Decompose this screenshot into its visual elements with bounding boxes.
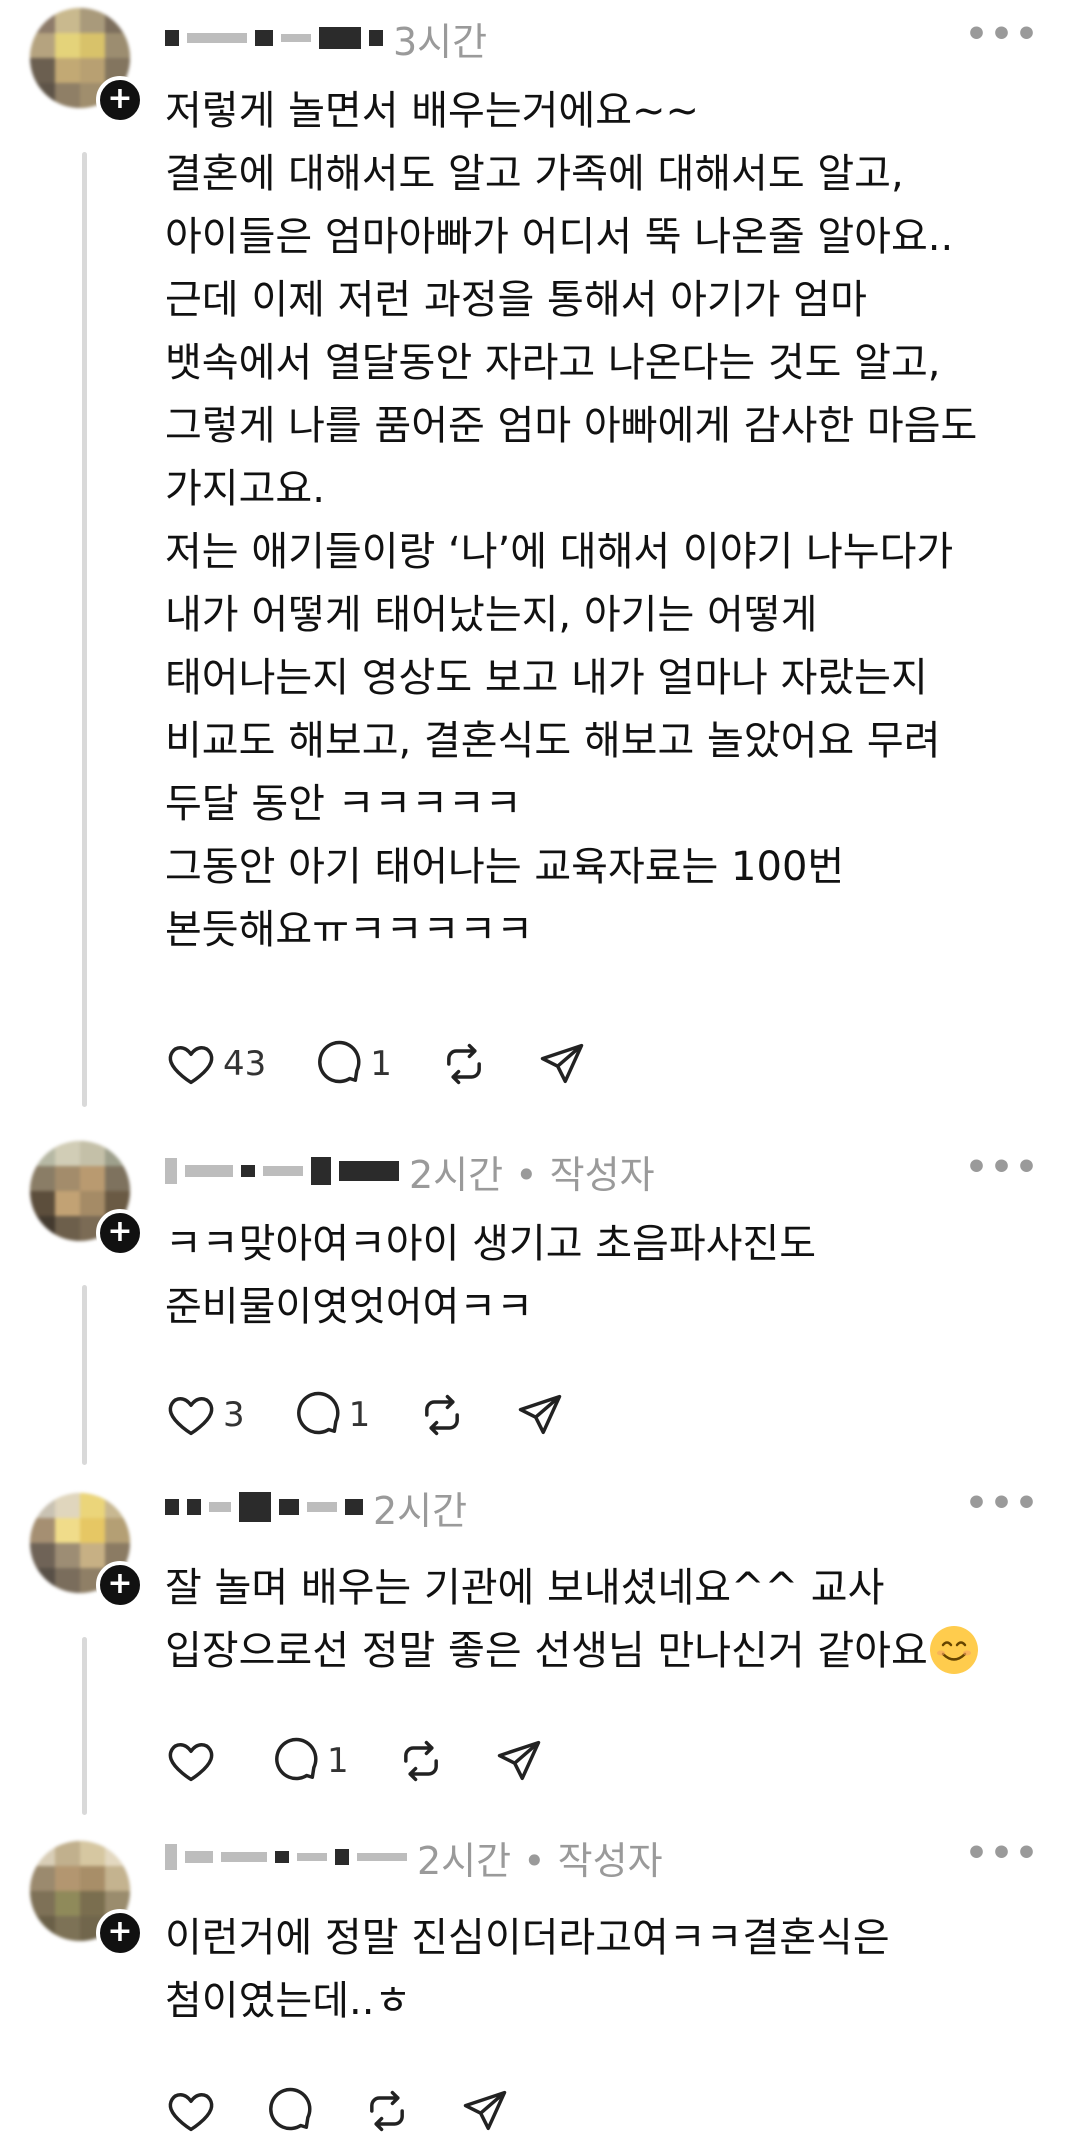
comment-header: 2시간 • 작성자 — [165, 1141, 655, 1201]
action-bar: 43 1 — [165, 1034, 634, 1094]
more-options-icon[interactable]: ••• — [965, 1483, 1040, 1524]
thread-line — [82, 152, 87, 1107]
repost-icon — [447, 1043, 481, 1085]
redacted-username[interactable] — [165, 1157, 399, 1185]
action-bar — [165, 2081, 557, 2141]
send-icon — [540, 1043, 584, 1084]
comment-header: 2시간 — [165, 1477, 467, 1537]
send-icon — [463, 2090, 507, 2131]
more-options-icon[interactable]: ••• — [965, 14, 1040, 55]
action-bar: 1 — [165, 1731, 591, 1791]
repost-icon — [403, 1740, 438, 1782]
thread-line — [82, 1285, 87, 1465]
heart-icon — [168, 2093, 214, 2132]
redacted-username[interactable] — [165, 1844, 407, 1870]
comment-text: 이런거에 정말 진심이더라고여ㅋㅋ결혼식은 첨이였는데..ㅎ — [165, 1915, 890, 2024]
reply-count: 1 — [348, 1395, 371, 1435]
reply-button[interactable]: 1 — [269, 1735, 349, 1787]
comment-header: 2시간 • 작성자 — [165, 1827, 663, 1887]
redacted-username[interactable] — [165, 1492, 363, 1522]
comment-text: 저렇게 놀면서 배우는거에요~~ 결혼에 대해서도 알고 가족에 대해서도 알고… — [165, 88, 978, 953]
like-count: 43 — [223, 1044, 267, 1084]
send-icon — [519, 1394, 562, 1435]
like-button[interactable]: 43 — [165, 1038, 266, 1090]
reply-button[interactable]: 1 — [291, 1389, 371, 1441]
comment-1: + 3시간 ••• 저렇게 놀면서 배우는거에요~~ 결혼에 대해서도 알고 가… — [0, 0, 1078, 1120]
repost-button[interactable] — [416, 1389, 468, 1441]
heart-icon — [168, 1397, 214, 1436]
comment-text: 잘 놀며 배우는 기관에 보내셨네요^^ 교사 입장으로선 정말 좋은 선생님 … — [165, 1557, 1045, 1683]
comment-2: + 2시간 • 작성자 ••• ㅋㅋ맞아여ㅋ아이 생기고 초음파사진도 준비물이… — [0, 1125, 1078, 1470]
smiling-face-emoji — [929, 1626, 978, 1674]
heart-icon — [168, 1046, 214, 1085]
speech-bubble-icon — [275, 1737, 318, 1781]
follow-plus-icon[interactable]: + — [96, 1209, 144, 1257]
comment-text: ㅋㅋ맞아여ㅋ아이 생기고 초음파사진도 준비물이엿엇어여ㅋㅋ — [165, 1221, 817, 1330]
share-button[interactable] — [493, 1735, 545, 1787]
like-button[interactable]: 3 — [165, 1389, 245, 1441]
repost-button[interactable] — [361, 2085, 413, 2137]
reply-count: 1 — [327, 1741, 349, 1781]
speech-bubble-icon — [296, 1391, 340, 1435]
comment-3: + 2시간 ••• 잘 놀며 배우는 기관에 보내셨네요^^ 교사 입장으로선 … — [0, 1475, 1078, 1820]
repost-icon — [370, 2090, 404, 2132]
repost-button[interactable] — [438, 1038, 490, 1090]
thread-line — [82, 1637, 87, 1815]
reply-button[interactable]: 1 — [312, 1038, 392, 1090]
reply-button[interactable] — [263, 2085, 315, 2137]
timestamp: 2시간 • 작성자 — [409, 1152, 655, 1197]
comment-header: 3시간 — [165, 8, 487, 68]
timestamp: 3시간 — [393, 19, 488, 64]
speech-bubble-icon — [269, 2087, 312, 2131]
reply-count: 1 — [370, 1044, 392, 1084]
follow-plus-icon[interactable]: + — [96, 1909, 144, 1957]
follow-plus-icon[interactable]: + — [96, 1561, 144, 1609]
comment-4: + 2시간 • 작성자 ••• 이런거에 정말 진심이더라고여ㅋㅋ결혼식은 첨이… — [0, 1825, 1078, 2150]
more-options-icon[interactable]: ••• — [965, 1833, 1040, 1874]
action-bar: 3 1 — [165, 1385, 612, 1445]
share-button[interactable] — [536, 1038, 588, 1090]
timestamp: 2시간 — [373, 1488, 468, 1533]
share-button[interactable] — [459, 2085, 511, 2137]
heart-icon — [168, 1743, 214, 1782]
like-button[interactable] — [165, 2085, 217, 2137]
more-options-icon[interactable]: ••• — [965, 1147, 1040, 1188]
timestamp: 2시간 • 작성자 — [417, 1838, 663, 1883]
repost-icon — [425, 1394, 460, 1436]
like-button[interactable] — [165, 1735, 223, 1787]
send-icon — [497, 1740, 540, 1781]
repost-button[interactable] — [395, 1735, 447, 1787]
like-count: 3 — [223, 1395, 245, 1435]
redacted-username[interactable] — [165, 27, 383, 49]
share-button[interactable] — [514, 1389, 566, 1441]
speech-bubble-icon — [318, 1040, 361, 1084]
follow-plus-icon[interactable]: + — [96, 76, 144, 124]
